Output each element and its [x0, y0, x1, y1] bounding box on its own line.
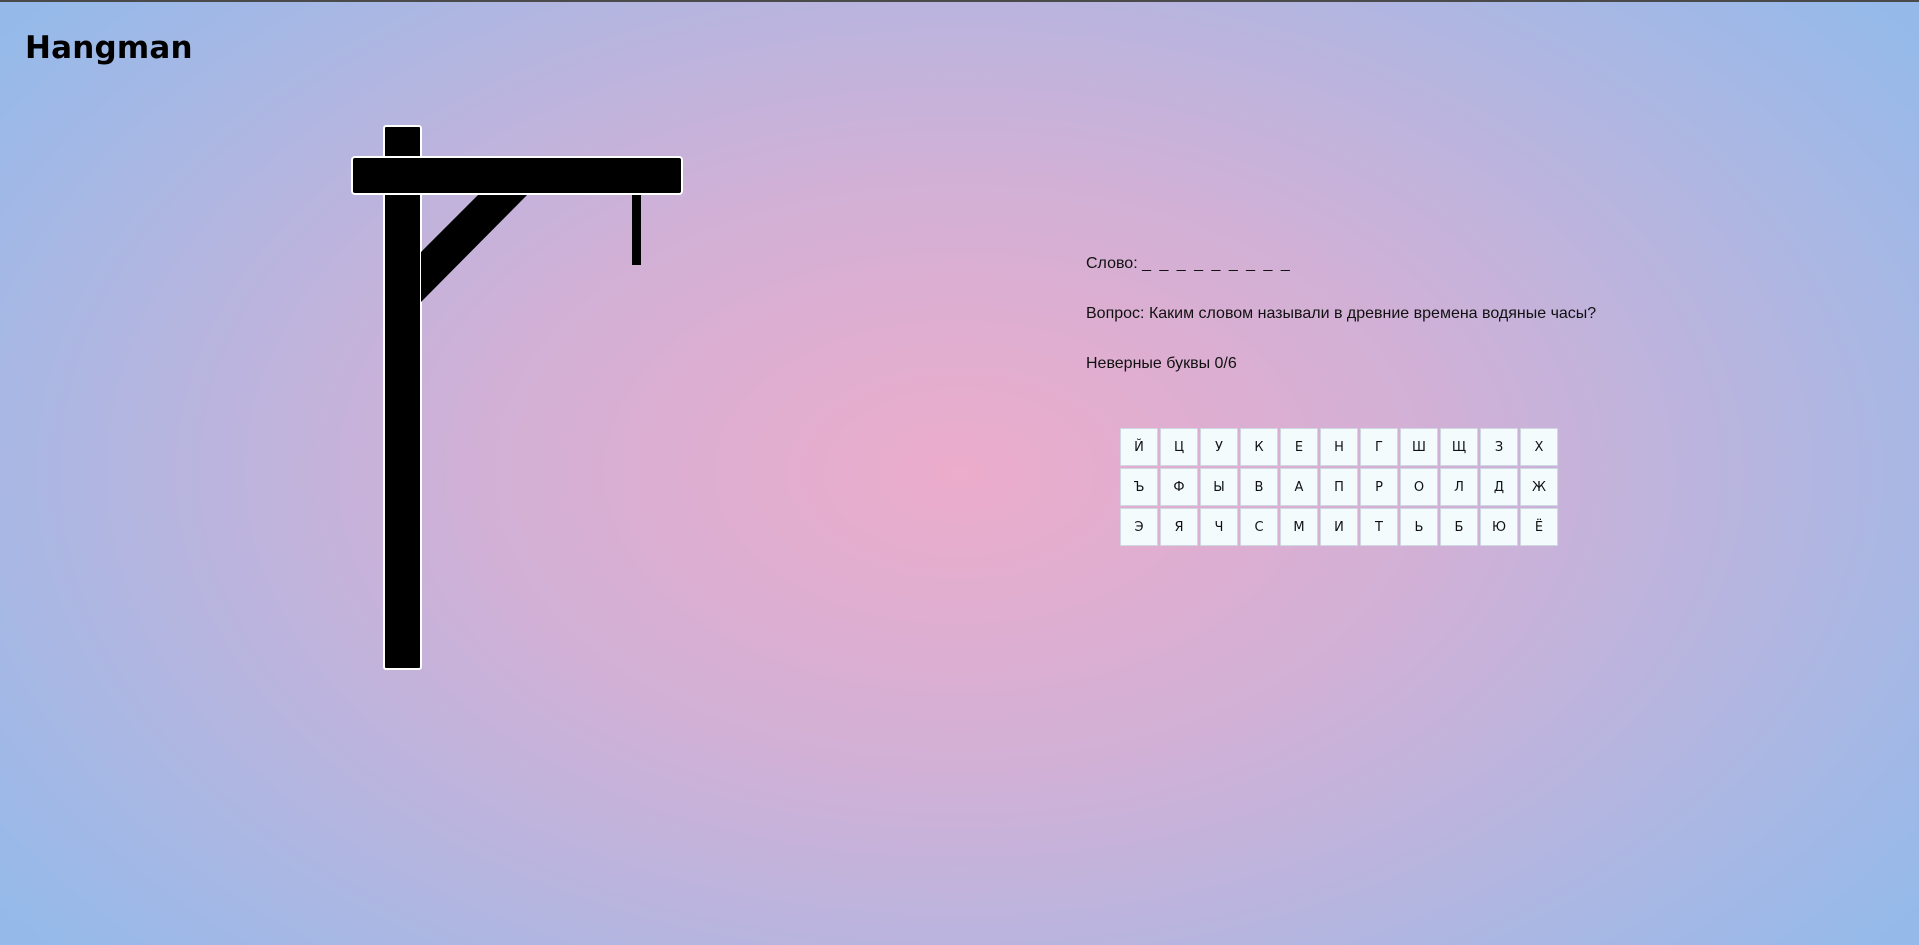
gallows-beam [351, 156, 683, 195]
wrong-letters-row: Неверные буквы 0/6 [1086, 355, 1237, 373]
letter-key[interactable]: О [1400, 468, 1438, 506]
top-border [0, 0, 1919, 2]
letter-key[interactable]: У [1200, 428, 1238, 466]
letter-key[interactable]: Э [1120, 508, 1158, 546]
letter-key[interactable]: Т [1360, 508, 1398, 546]
word-mask: _ _ _ _ _ _ _ _ _ [1142, 255, 1292, 272]
letter-key[interactable]: К [1240, 428, 1278, 466]
letter-key[interactable]: Р [1360, 468, 1398, 506]
letter-key[interactable]: Ф [1160, 468, 1198, 506]
letter-key[interactable]: Ю [1480, 508, 1518, 546]
question-text: Каким словом называли в древние времена … [1148, 305, 1597, 322]
question-label: Вопрос: [1086, 305, 1145, 322]
letter-key[interactable]: Б [1440, 508, 1478, 546]
letter-key[interactable]: Д [1480, 468, 1518, 506]
letter-key[interactable]: Е [1280, 428, 1318, 466]
letter-key[interactable]: Ъ [1120, 468, 1158, 506]
letter-key[interactable]: Я [1160, 508, 1198, 546]
letter-key[interactable]: Ь [1400, 508, 1438, 546]
letter-key[interactable]: Г [1360, 428, 1398, 466]
letter-key[interactable]: П [1320, 468, 1358, 506]
gallows-post [383, 125, 422, 670]
gallows-brace [421, 189, 533, 302]
letter-key[interactable]: Щ [1440, 428, 1478, 466]
wrong-letters-count: 0/6 [1214, 355, 1237, 372]
question-row: Вопрос: Каким словом называли в древние … [1086, 305, 1596, 323]
letter-key[interactable]: Й [1120, 428, 1158, 466]
letter-key[interactable]: И [1320, 508, 1358, 546]
gallows-rope [632, 195, 641, 265]
letter-key[interactable]: Ш [1400, 428, 1438, 466]
word-label: Слово: [1086, 255, 1138, 272]
letter-key[interactable]: В [1240, 468, 1278, 506]
app-title: Hangman [25, 30, 193, 66]
letter-key[interactable]: Ё [1520, 508, 1558, 546]
wrong-letters-label: Неверные буквы [1086, 355, 1211, 372]
gallows-icon [351, 125, 683, 670]
letter-key[interactable]: Ы [1200, 468, 1238, 506]
word-row: Слово: _ _ _ _ _ _ _ _ _ [1086, 255, 1292, 273]
letter-keyboard: Й Ц У К Е Н Г Ш Щ З Х Ъ Ф Ы В А П Р О Л … [1120, 428, 1558, 546]
letter-key[interactable]: С [1240, 508, 1278, 546]
letter-key[interactable]: Ч [1200, 508, 1238, 546]
letter-key[interactable]: М [1280, 508, 1318, 546]
letter-key[interactable]: Ц [1160, 428, 1198, 466]
letter-key[interactable]: З [1480, 428, 1518, 466]
letter-key[interactable]: Ж [1520, 468, 1558, 506]
letter-key[interactable]: Н [1320, 428, 1358, 466]
letter-key[interactable]: Л [1440, 468, 1478, 506]
letter-key[interactable]: Х [1520, 428, 1558, 466]
letter-key[interactable]: А [1280, 468, 1318, 506]
